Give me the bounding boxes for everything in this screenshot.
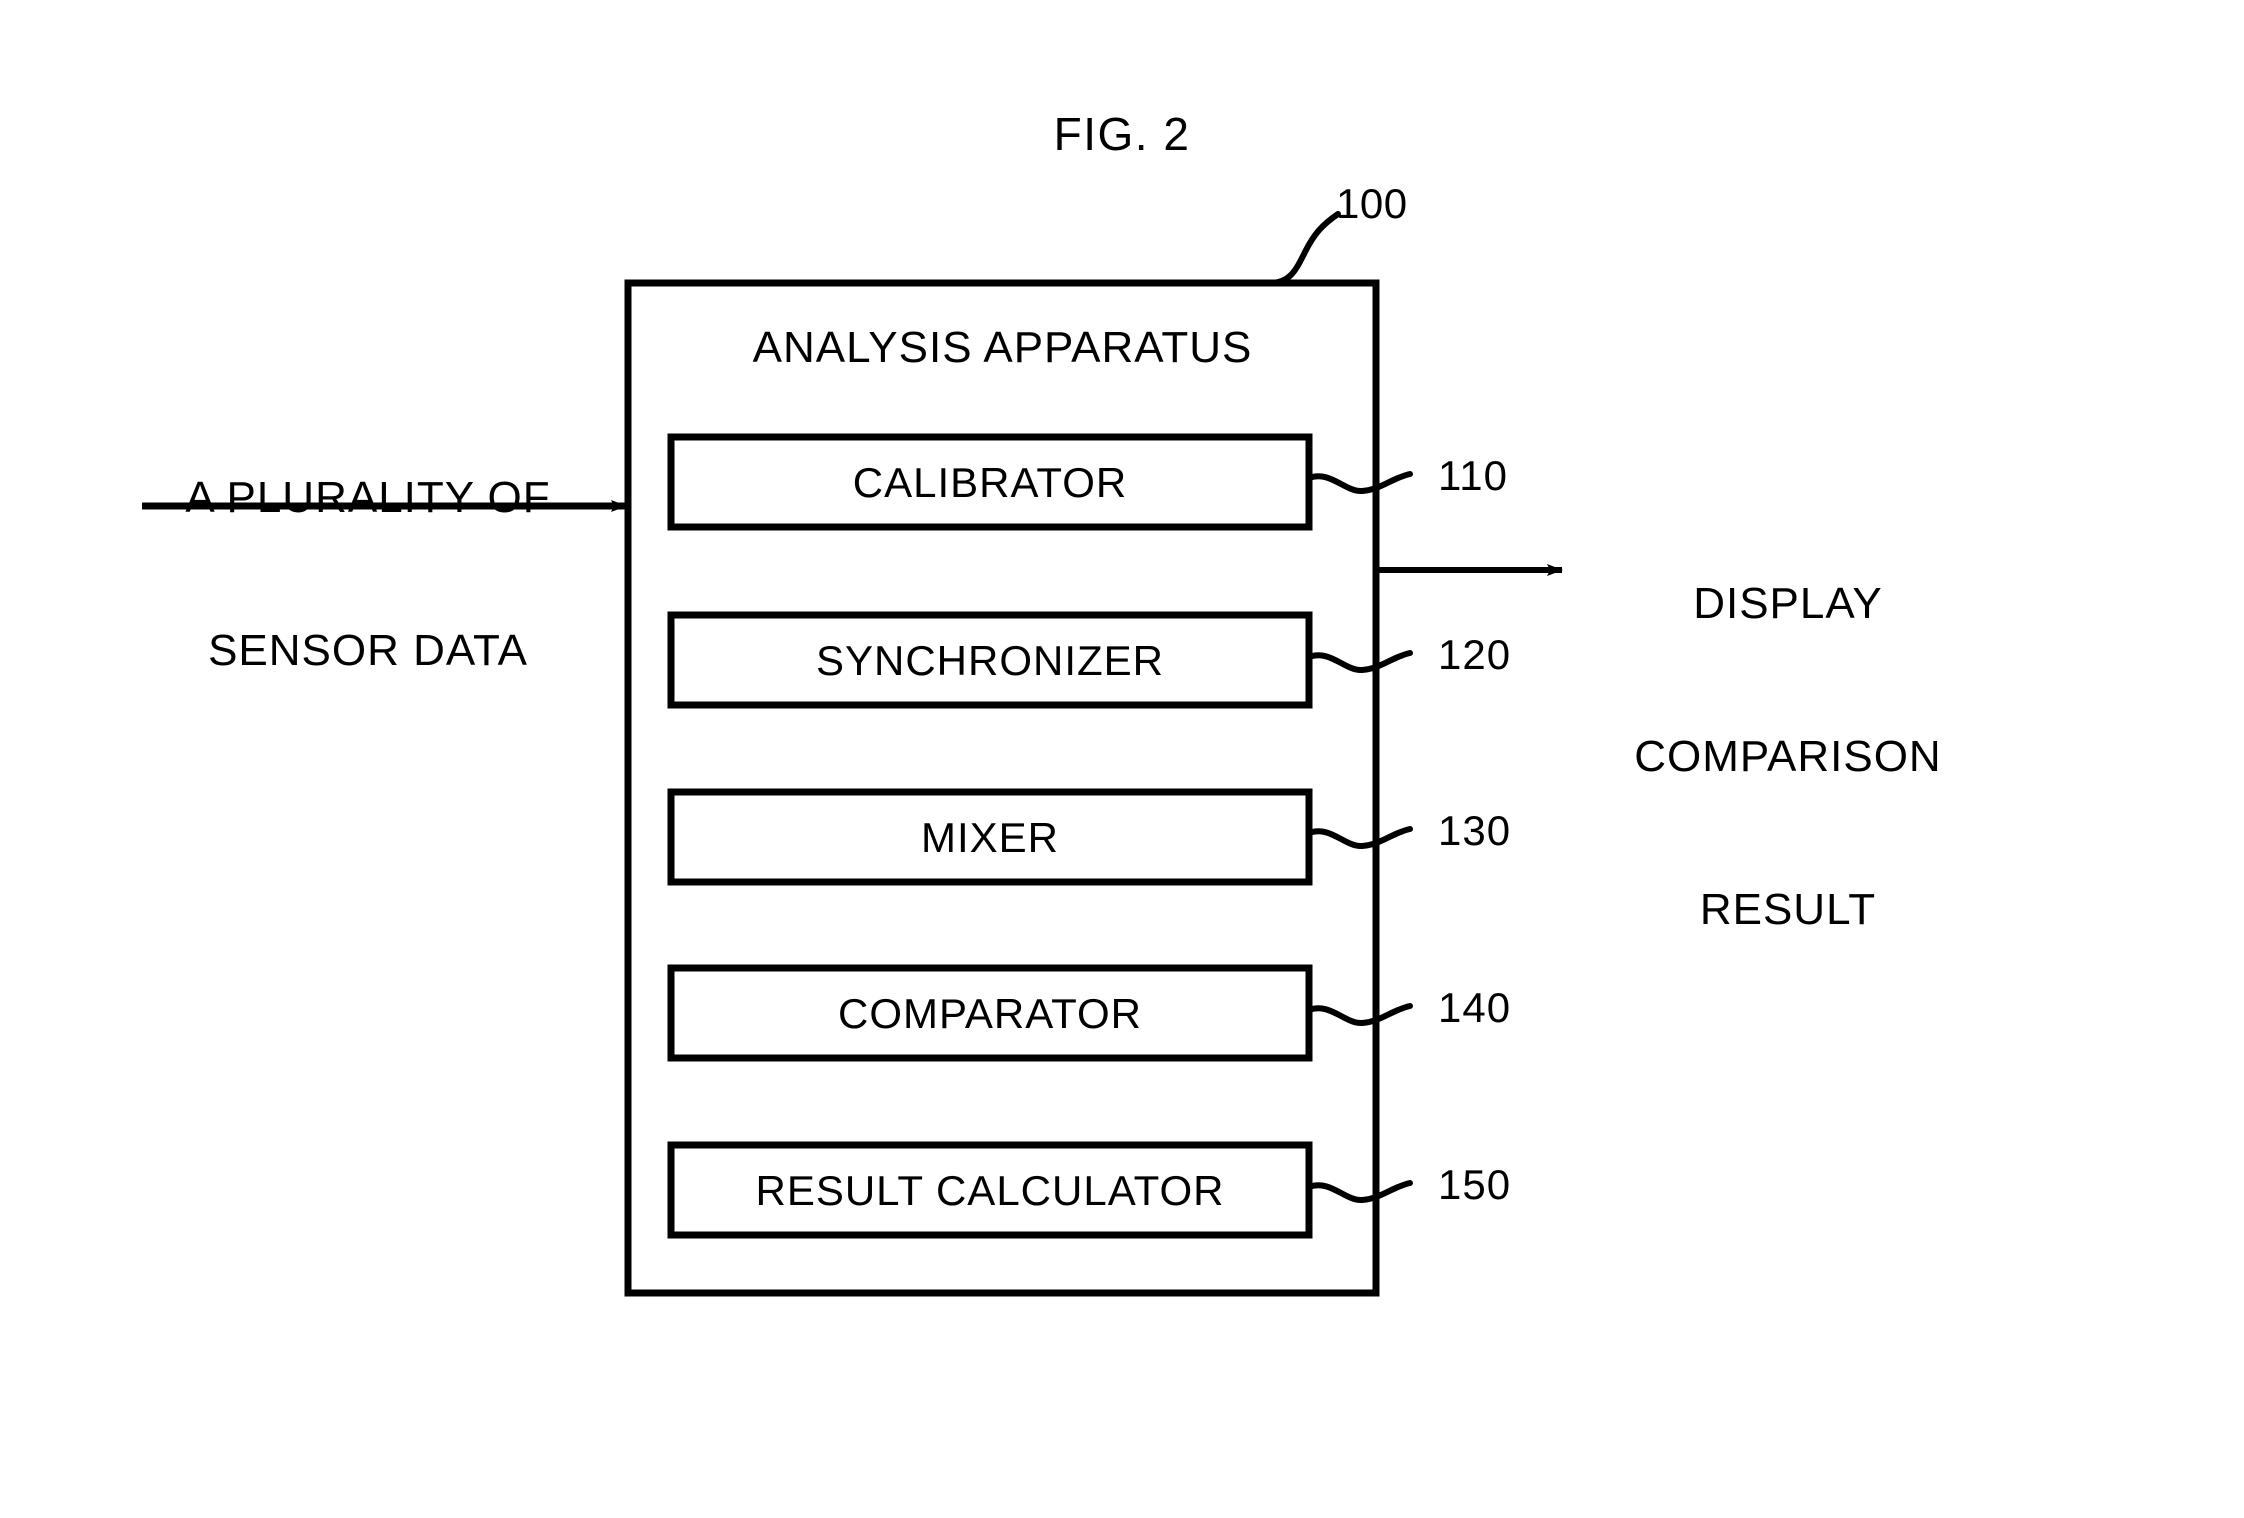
input-caption: A PLURALITY OF SENSOR DATA: [110, 370, 626, 778]
module-label-comparator: COMPARATOR: [837, 990, 1143, 1037]
apparatus-title: ANALYSIS APPARATUS: [752, 323, 1253, 372]
figure-title: FIG. 2: [1053, 108, 1191, 160]
output-caption-line-3: RESULT: [1699, 885, 1877, 935]
reference-numeral-130: 130: [1438, 807, 1512, 854]
reference-numeral-150: 150: [1438, 1161, 1512, 1208]
reference-numeral-120: 120: [1438, 631, 1512, 678]
output-caption: DISPLAY COMPARISON RESULT: [1578, 476, 1998, 1037]
module-label-calibrator: CALIBRATOR: [852, 459, 1128, 506]
input-caption-line-1: A PLURALITY OF: [185, 473, 551, 523]
reference-numeral-110: 110: [1438, 452, 1508, 499]
output-caption-line-2: COMPARISON: [1634, 732, 1942, 782]
reference-numeral-140: 140: [1438, 984, 1512, 1031]
output-caption-line-1: DISPLAY: [1693, 579, 1883, 629]
leader-line-100: [1267, 211, 1341, 286]
patent-figure: FIG. 2 100 ANALYSIS APPARATUS CALIBRATOR…: [0, 0, 2244, 1518]
reference-numeral-100: 100: [1336, 180, 1408, 227]
module-label-synchronizer: SYNCHRONIZER: [815, 637, 1165, 684]
module-label-mixer: MIXER: [920, 814, 1059, 861]
module-label-result-calculator: RESULT CALCULATOR: [755, 1167, 1225, 1214]
input-caption-line-2: SENSOR DATA: [208, 626, 528, 676]
